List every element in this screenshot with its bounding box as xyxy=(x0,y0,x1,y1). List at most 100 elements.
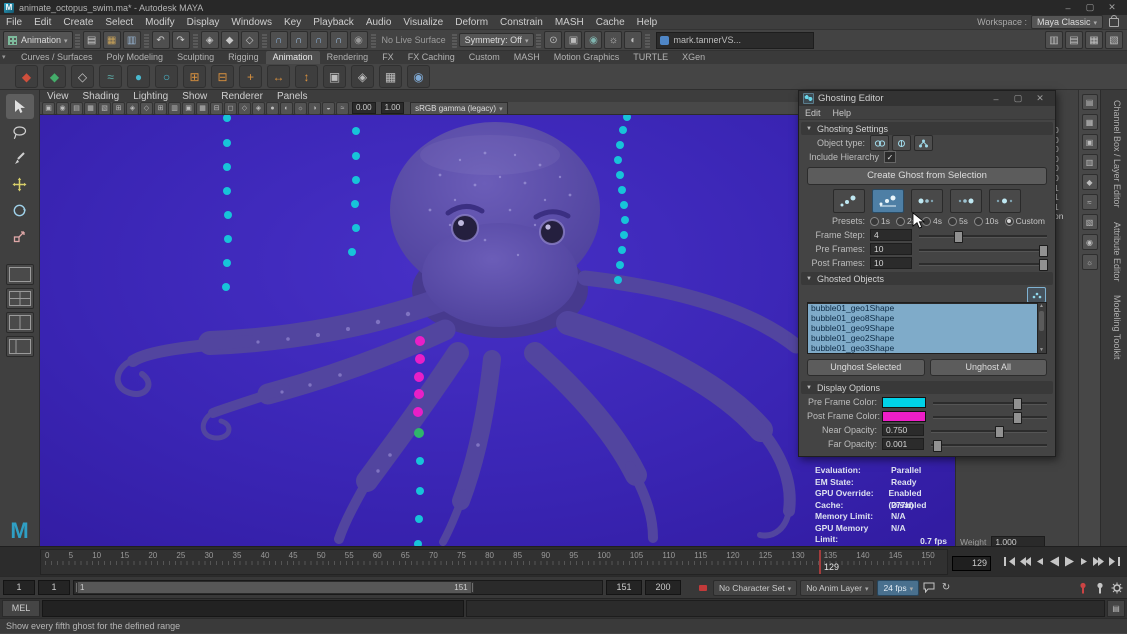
snap-to-curve-icon[interactable]: ∩ xyxy=(290,31,308,49)
select-object-mask-icon[interactable]: ◆ xyxy=(221,31,239,49)
shelf-inbetween-icon[interactable]: ◇ xyxy=(71,65,94,88)
current-frame-field[interactable]: 129 xyxy=(952,556,991,571)
vp-motion-blur-icon[interactable]: ≈ xyxy=(336,102,349,115)
separator[interactable] xyxy=(371,33,376,48)
strip-layer-editor-icon[interactable]: ▦ xyxy=(1082,114,1098,130)
ghost-preset-range-icon[interactable] xyxy=(872,189,904,213)
object-type-hierarchy-icon[interactable] xyxy=(914,135,933,151)
shelf-set-breakdown-icon[interactable]: ◆ xyxy=(43,65,66,88)
time-slider[interactable]: 0510152025303540455055606570758085909510… xyxy=(40,549,948,575)
ghosting-settings-header[interactable]: Ghosting Settings xyxy=(801,122,1053,135)
vp-lighting-icon[interactable]: ☼ xyxy=(294,102,307,115)
strip-display-layer-icon[interactable]: ▣ xyxy=(1082,134,1098,150)
dialog-menu-item[interactable]: Edit xyxy=(799,108,827,118)
separator[interactable] xyxy=(536,33,541,48)
go-to-start-button[interactable] xyxy=(1002,554,1016,569)
far-opacity-field[interactable]: 0.001 xyxy=(882,438,924,450)
shelf-set-key-icon[interactable]: ◆ xyxy=(15,65,38,88)
snap-to-point-icon[interactable]: ∩ xyxy=(310,31,328,49)
menu-item[interactable]: Select xyxy=(99,17,139,28)
menu-item[interactable]: Display xyxy=(181,17,226,28)
exposure-field[interactable]: 0.00 xyxy=(352,102,376,114)
step-back-frame-button[interactable] xyxy=(1032,554,1046,569)
separator[interactable] xyxy=(144,33,149,48)
vp-field-chart-icon[interactable]: ⊟ xyxy=(210,102,223,115)
menu-item[interactable]: Playback xyxy=(307,17,360,28)
display-options-header[interactable]: Display Options xyxy=(801,381,1053,394)
object-type-selected-icon[interactable] xyxy=(870,135,889,151)
vp-grid-icon[interactable]: ⊞ xyxy=(154,102,167,115)
vp-select-camera-icon[interactable]: ▣ xyxy=(42,102,55,115)
fps-dropdown[interactable]: 24 fps xyxy=(877,580,919,596)
shelf-add-inbetween-icon[interactable]: ⊞ xyxy=(183,65,206,88)
lasso-select-tool[interactable] xyxy=(6,120,34,145)
strip-graph-icon[interactable]: ≈ xyxy=(1082,194,1098,210)
step-back-key-button[interactable] xyxy=(1017,554,1031,569)
window-minimize-button[interactable] xyxy=(1057,3,1079,13)
live-surface-label[interactable]: No Live Surface xyxy=(382,35,446,45)
sidebar-tab[interactable]: Attribute Editor xyxy=(1108,218,1122,286)
strip-dope-icon[interactable]: ▧ xyxy=(1082,214,1098,230)
ghost-preset-option[interactable]: Custom xyxy=(1005,216,1045,226)
menu-item[interactable]: File xyxy=(0,17,28,28)
workspace-dropdown[interactable]: Maya Classic xyxy=(1031,15,1103,29)
shelf-tab[interactable]: Sculpting xyxy=(170,51,221,64)
select-tool[interactable] xyxy=(6,94,34,119)
ghost-preset-both-icon[interactable] xyxy=(989,189,1021,213)
sidebar-tool-settings-icon[interactable]: ▤ xyxy=(1065,31,1083,49)
include-hierarchy-checkbox[interactable] xyxy=(884,151,896,163)
shelf-tab[interactable]: MASH xyxy=(507,51,547,64)
select-hierarchy-mask-icon[interactable]: ◈ xyxy=(201,31,219,49)
sidebar-tab[interactable]: Modeling Toolkit xyxy=(1108,291,1122,363)
channel-attribute-value[interactable]: on xyxy=(1054,212,1078,222)
render-view-icon[interactable]: ▣ xyxy=(564,31,582,49)
sidebar-modeling-toolkit-icon[interactable]: ▧ xyxy=(1105,31,1123,49)
playback-start-field[interactable]: 1 xyxy=(38,580,70,595)
layout-persp-outliner-button[interactable] xyxy=(6,336,34,357)
unghost-selected-button[interactable]: Unghost Selected xyxy=(807,359,925,376)
vp-oversample-icon[interactable]: ◈ xyxy=(126,102,139,115)
shelf-playblast-icon[interactable]: ▣ xyxy=(323,65,346,88)
dialog-menu-item[interactable]: Help xyxy=(827,108,858,118)
separator[interactable] xyxy=(75,33,80,48)
range-slider[interactable]: 1 151 xyxy=(73,580,603,595)
vp-resolution-gate-icon[interactable]: ▣ xyxy=(182,102,195,115)
menu-item[interactable]: Windows xyxy=(225,17,278,28)
move-tool[interactable] xyxy=(6,172,34,197)
list-scrollbar[interactable] xyxy=(1037,303,1046,353)
undo-icon[interactable]: ↶ xyxy=(152,31,170,49)
shelf-menu-icon[interactable]: ▾ xyxy=(2,53,6,61)
vp-bookmarks-icon[interactable]: ▦ xyxy=(84,102,97,115)
vp-wireframe-icon[interactable]: ◈ xyxy=(252,102,265,115)
shelf-dope-sheet-icon[interactable]: ▦ xyxy=(379,65,402,88)
sidebar-attribute-editor-icon[interactable]: ▥ xyxy=(1045,31,1063,49)
post-frame-color-slider[interactable] xyxy=(933,410,1047,422)
radio-icon[interactable] xyxy=(896,217,905,226)
menu-item[interactable]: Modify xyxy=(139,17,180,28)
symmetry-dropdown[interactable]: Symmetry: Off xyxy=(459,33,535,47)
ghost-preset-keyframes-icon[interactable] xyxy=(833,189,865,213)
radio-icon[interactable] xyxy=(948,217,957,226)
sidebar-tab[interactable]: Channel Box / Layer Editor xyxy=(1108,96,1122,212)
pre-frame-color-slider[interactable] xyxy=(933,396,1047,408)
vp-image-plane-icon[interactable]: ▧ xyxy=(98,102,111,115)
snap-to-plane-icon[interactable]: ∩ xyxy=(330,31,348,49)
make-live-icon[interactable]: ◉ xyxy=(350,31,368,49)
viewport-menu-item[interactable]: Show xyxy=(175,91,214,102)
far-opacity-slider[interactable] xyxy=(931,438,1047,450)
pre-frames-field[interactable]: 10 xyxy=(870,243,912,255)
vp-safe-title-icon[interactable]: ◇ xyxy=(238,102,251,115)
separator[interactable] xyxy=(645,33,650,48)
refresh-ghost-list-button[interactable] xyxy=(1027,287,1046,303)
comment-icon[interactable] xyxy=(922,581,936,595)
playback-end-field[interactable]: 151 xyxy=(606,580,642,595)
construction-history-icon[interactable]: ⊙ xyxy=(544,31,562,49)
ghosting-editor-titlebar[interactable]: Ghosting Editor xyxy=(799,91,1055,106)
post-frames-field[interactable]: 10 xyxy=(870,257,912,269)
vp-textured-icon[interactable]: ◐ xyxy=(280,102,293,115)
pre-frames-slider[interactable] xyxy=(919,243,1047,255)
separator[interactable] xyxy=(193,33,198,48)
render-settings-icon[interactable]: ☼ xyxy=(604,31,622,49)
shelf-tab[interactable]: Poly Modeling xyxy=(100,51,171,64)
timeline-bookmark-icon[interactable] xyxy=(696,581,710,595)
